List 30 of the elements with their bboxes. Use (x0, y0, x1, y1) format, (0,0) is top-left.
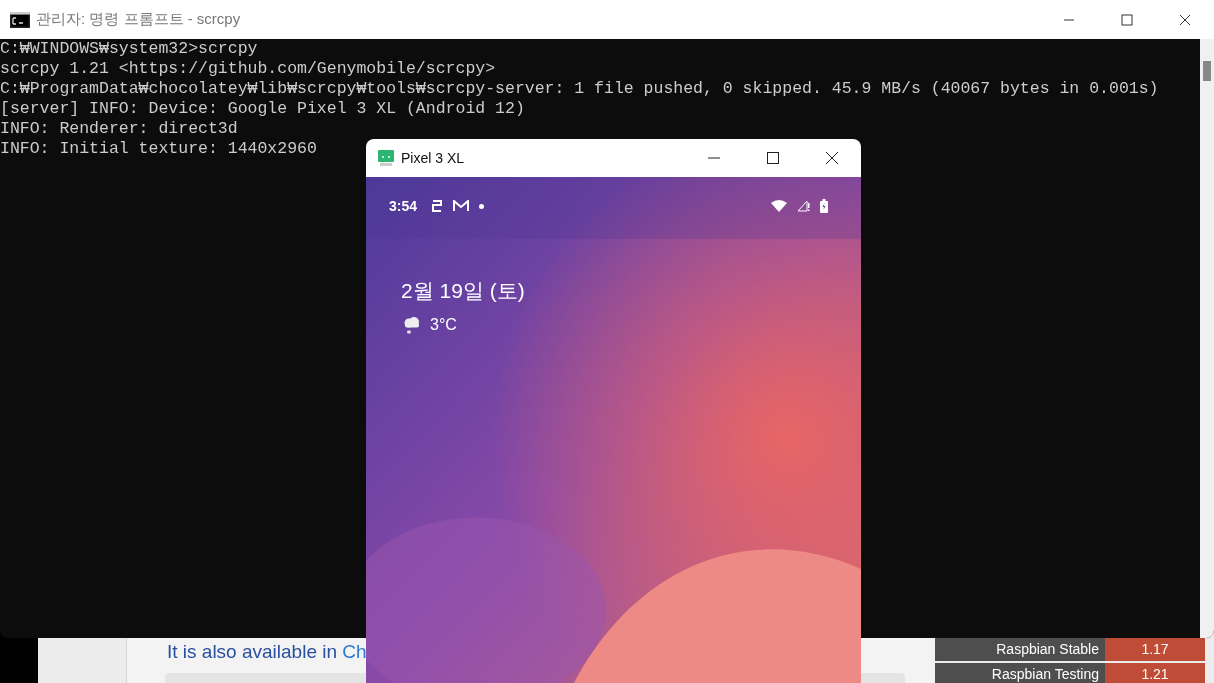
mail-icon (453, 200, 470, 212)
battery-icon (820, 199, 828, 213)
window-title: Pixel 3 XL (401, 150, 465, 166)
console-line: C:₩WINDOWS₩system32>scrcpy (0, 39, 258, 59)
window-title: 관리자: 명령 프롬프트 - scrcpy (36, 10, 241, 29)
wifi-icon (771, 200, 787, 212)
terminal-icon (10, 11, 30, 28)
table-cell: 1.21 (1105, 663, 1205, 683)
close-icon (1179, 13, 1191, 26)
console-line: INFO: Initial texture: 1440x2960 (0, 139, 317, 159)
status-time: 3:54 (389, 198, 418, 214)
table-cell: 1.17 (1105, 638, 1205, 661)
temperature-text: 3°C (430, 316, 457, 334)
android-icon (378, 150, 394, 166)
notification-icon (431, 199, 444, 213)
table-cell: Raspbian Testing (935, 663, 1105, 683)
console-line: C:₩ProgramData₩chocolatey₩lib₩scrcpy₩tools₩scrcpy-server: 1 file pushed, 0 skipped. 45.9 MB/s (40067 bytes in 0.001s) (0, 79, 1159, 99)
table-cell: Raspbian Stable (935, 638, 1105, 661)
console-line: INFO: Renderer: direct3d (0, 119, 238, 139)
dot-icon (479, 203, 485, 209)
console-line: [server] INFO: Device: Google Pixel 3 XL (Android 12) (0, 99, 525, 119)
maximize-icon (766, 152, 779, 164)
text-link[interactable]: Ch (342, 641, 367, 662)
weather-icon (402, 315, 422, 335)
console-line: scrcpy 1.21 <https://github.com/Genymobile/scrcpy> (0, 59, 496, 79)
paragraph-text: It is also available in Ch (167, 641, 367, 663)
signal-icon (797, 200, 810, 212)
maximize-icon (1121, 13, 1133, 26)
close-icon (825, 152, 838, 164)
date-text: 2월 19일 (토) (401, 278, 526, 304)
